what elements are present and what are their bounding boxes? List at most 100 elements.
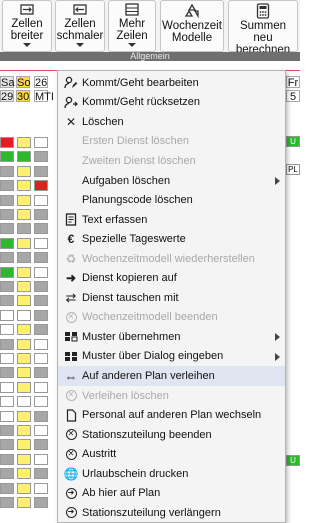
- right-badge[interactable]: U: [286, 455, 300, 466]
- schedule-cell[interactable]: [34, 209, 48, 220]
- schedule-cell[interactable]: [17, 237, 31, 249]
- schedule-cell[interactable]: [34, 165, 48, 177]
- schedule-cell[interactable]: [0, 338, 14, 350]
- schedule-cell[interactable]: [17, 252, 31, 264]
- schedule-cell[interactable]: [34, 453, 48, 465]
- day-header[interactable]: 26: [34, 76, 48, 89]
- schedule-cell[interactable]: [17, 482, 31, 494]
- schedule-cell[interactable]: [34, 396, 48, 408]
- schedule-cell[interactable]: [0, 180, 14, 192]
- menu-item-planungscode-loeschen[interactable]: Planungscode löschen: [58, 190, 285, 210]
- day-header[interactable]: Fr: [286, 76, 300, 89]
- menu-item-dienst-kopieren-auf[interactable]: ➜ Dienst kopieren auf: [58, 269, 285, 289]
- schedule-cell[interactable]: [0, 425, 14, 436]
- schedule-cell[interactable]: [34, 482, 48, 494]
- menu-item-kommt-geht-ruecksetzen[interactable]: Kommt/Geht rücksetzen: [58, 93, 285, 113]
- schedule-cell[interactable]: [0, 266, 14, 278]
- schedule-cell[interactable]: [0, 324, 14, 336]
- schedule-cell[interactable]: [0, 439, 14, 451]
- menu-item-muster-ueber-dialog-eingeben[interactable]: Muster über Dialog eingeben: [58, 347, 285, 367]
- schedule-cell[interactable]: [0, 209, 14, 220]
- menu-item-auf-anderen-plan-verleihen[interactable]: ⇔ Auf anderen Plan verleihen: [58, 366, 285, 386]
- menu-item-kommt-geht-bearbeiten[interactable]: Kommt/Geht bearbeiten: [58, 73, 285, 93]
- schedule-cell[interactable]: [0, 151, 14, 163]
- schedule-cell[interactable]: [17, 295, 31, 307]
- schedule-cell[interactable]: [34, 468, 48, 480]
- schedule-cell[interactable]: [34, 309, 48, 321]
- schedule-cell[interactable]: [34, 180, 48, 192]
- schedule-cell[interactable]: [0, 497, 14, 508]
- schedule-cell[interactable]: [0, 295, 14, 307]
- schedule-cell[interactable]: [34, 266, 48, 278]
- schedule-cell[interactable]: [0, 252, 14, 264]
- schedule-cell[interactable]: [34, 252, 48, 264]
- schedule-cell[interactable]: [0, 468, 14, 480]
- menu-item-aufgaben-loeschen[interactable]: Aufgaben löschen: [58, 171, 285, 191]
- schedule-cell[interactable]: [17, 209, 31, 220]
- menu-item-stationszuteilung-verlaengern[interactable]: ➜ Stationszuteilung verlängern: [58, 503, 285, 523]
- day-header[interactable]: Sa: [0, 76, 14, 89]
- schedule-cell[interactable]: [17, 137, 31, 148]
- schedule-cell[interactable]: [34, 237, 48, 249]
- schedule-cell[interactable]: [34, 381, 48, 393]
- schedule-cell[interactable]: [0, 381, 14, 393]
- right-badge[interactable]: U: [286, 136, 300, 147]
- schedule-cell[interactable]: [0, 396, 14, 408]
- schedule-cell[interactable]: [34, 194, 48, 206]
- schedule-cell[interactable]: [0, 367, 14, 379]
- schedule-cell[interactable]: [0, 410, 14, 422]
- schedule-cell[interactable]: [17, 194, 31, 206]
- schedule-cell[interactable]: [17, 151, 31, 163]
- menu-item-austritt[interactable]: ✕ Austritt: [58, 444, 285, 464]
- week-time-models-button[interactable]: Wochenzeit Modelle: [160, 0, 224, 52]
- schedule-cell[interactable]: [0, 353, 14, 364]
- schedule-cell[interactable]: [17, 353, 31, 364]
- schedule-cell[interactable]: [17, 180, 31, 192]
- menu-item-loeschen[interactable]: ✕ Löschen: [58, 112, 285, 132]
- schedule-cell[interactable]: [34, 425, 48, 436]
- schedule-cell[interactable]: [34, 338, 48, 350]
- schedule-cell[interactable]: [0, 309, 14, 321]
- schedule-cell[interactable]: [0, 165, 14, 177]
- schedule-cell[interactable]: [17, 309, 31, 321]
- day-header[interactable]: So: [16, 76, 30, 89]
- recalculate-sums-button[interactable]: Summen neu berechnen: [228, 0, 298, 56]
- schedule-cell[interactable]: [34, 151, 48, 163]
- schedule-cell[interactable]: [17, 381, 31, 393]
- schedule-cell[interactable]: [17, 281, 31, 292]
- schedule-cell[interactable]: [34, 410, 48, 422]
- schedule-cell[interactable]: [0, 223, 14, 235]
- schedule-cell[interactable]: [34, 497, 48, 508]
- menu-item-spezielle-tageswerte[interactable]: € Spezielle Tageswerte: [58, 229, 285, 249]
- schedule-cell[interactable]: [17, 396, 31, 408]
- schedule-cell[interactable]: [17, 324, 31, 336]
- menu-item-stationszuteilung-beenden[interactable]: ✕ Stationszuteilung beenden: [58, 425, 285, 445]
- menu-item-muster-uebernehmen[interactable]: Muster übernehmen: [58, 327, 285, 347]
- narrow-cells-button[interactable]: Zellen schmaler: [55, 0, 105, 52]
- schedule-cell[interactable]: [17, 338, 31, 350]
- schedule-cell[interactable]: [17, 425, 31, 436]
- schedule-cell[interactable]: [34, 223, 48, 235]
- schedule-cell[interactable]: [0, 453, 14, 465]
- schedule-cell[interactable]: [17, 223, 31, 235]
- widen-cells-button[interactable]: Zellen breiter: [2, 0, 52, 52]
- schedule-cell[interactable]: [34, 137, 48, 148]
- schedule-cell[interactable]: [34, 281, 48, 292]
- menu-item-text-erfassen[interactable]: Text erfassen: [58, 210, 285, 230]
- schedule-cell[interactable]: [17, 453, 31, 465]
- schedule-cell[interactable]: [0, 281, 14, 292]
- schedule-cell[interactable]: [0, 137, 14, 148]
- menu-item-dienst-tauschen-mit[interactable]: ⇄ Dienst tauschen mit: [58, 288, 285, 308]
- menu-item-urlaubschein-drucken[interactable]: 🌐 Urlaubschein drucken: [58, 464, 285, 484]
- schedule-cell[interactable]: [34, 439, 48, 451]
- schedule-cell[interactable]: [34, 324, 48, 336]
- schedule-cell[interactable]: [17, 367, 31, 379]
- schedule-cell[interactable]: [34, 295, 48, 307]
- schedule-cell[interactable]: [17, 439, 31, 451]
- schedule-cell[interactable]: [0, 194, 14, 206]
- schedule-cell[interactable]: [17, 266, 31, 278]
- schedule-cell[interactable]: [34, 367, 48, 379]
- schedule-cell[interactable]: [34, 353, 48, 364]
- schedule-cell[interactable]: [17, 410, 31, 422]
- schedule-cell[interactable]: [17, 497, 31, 508]
